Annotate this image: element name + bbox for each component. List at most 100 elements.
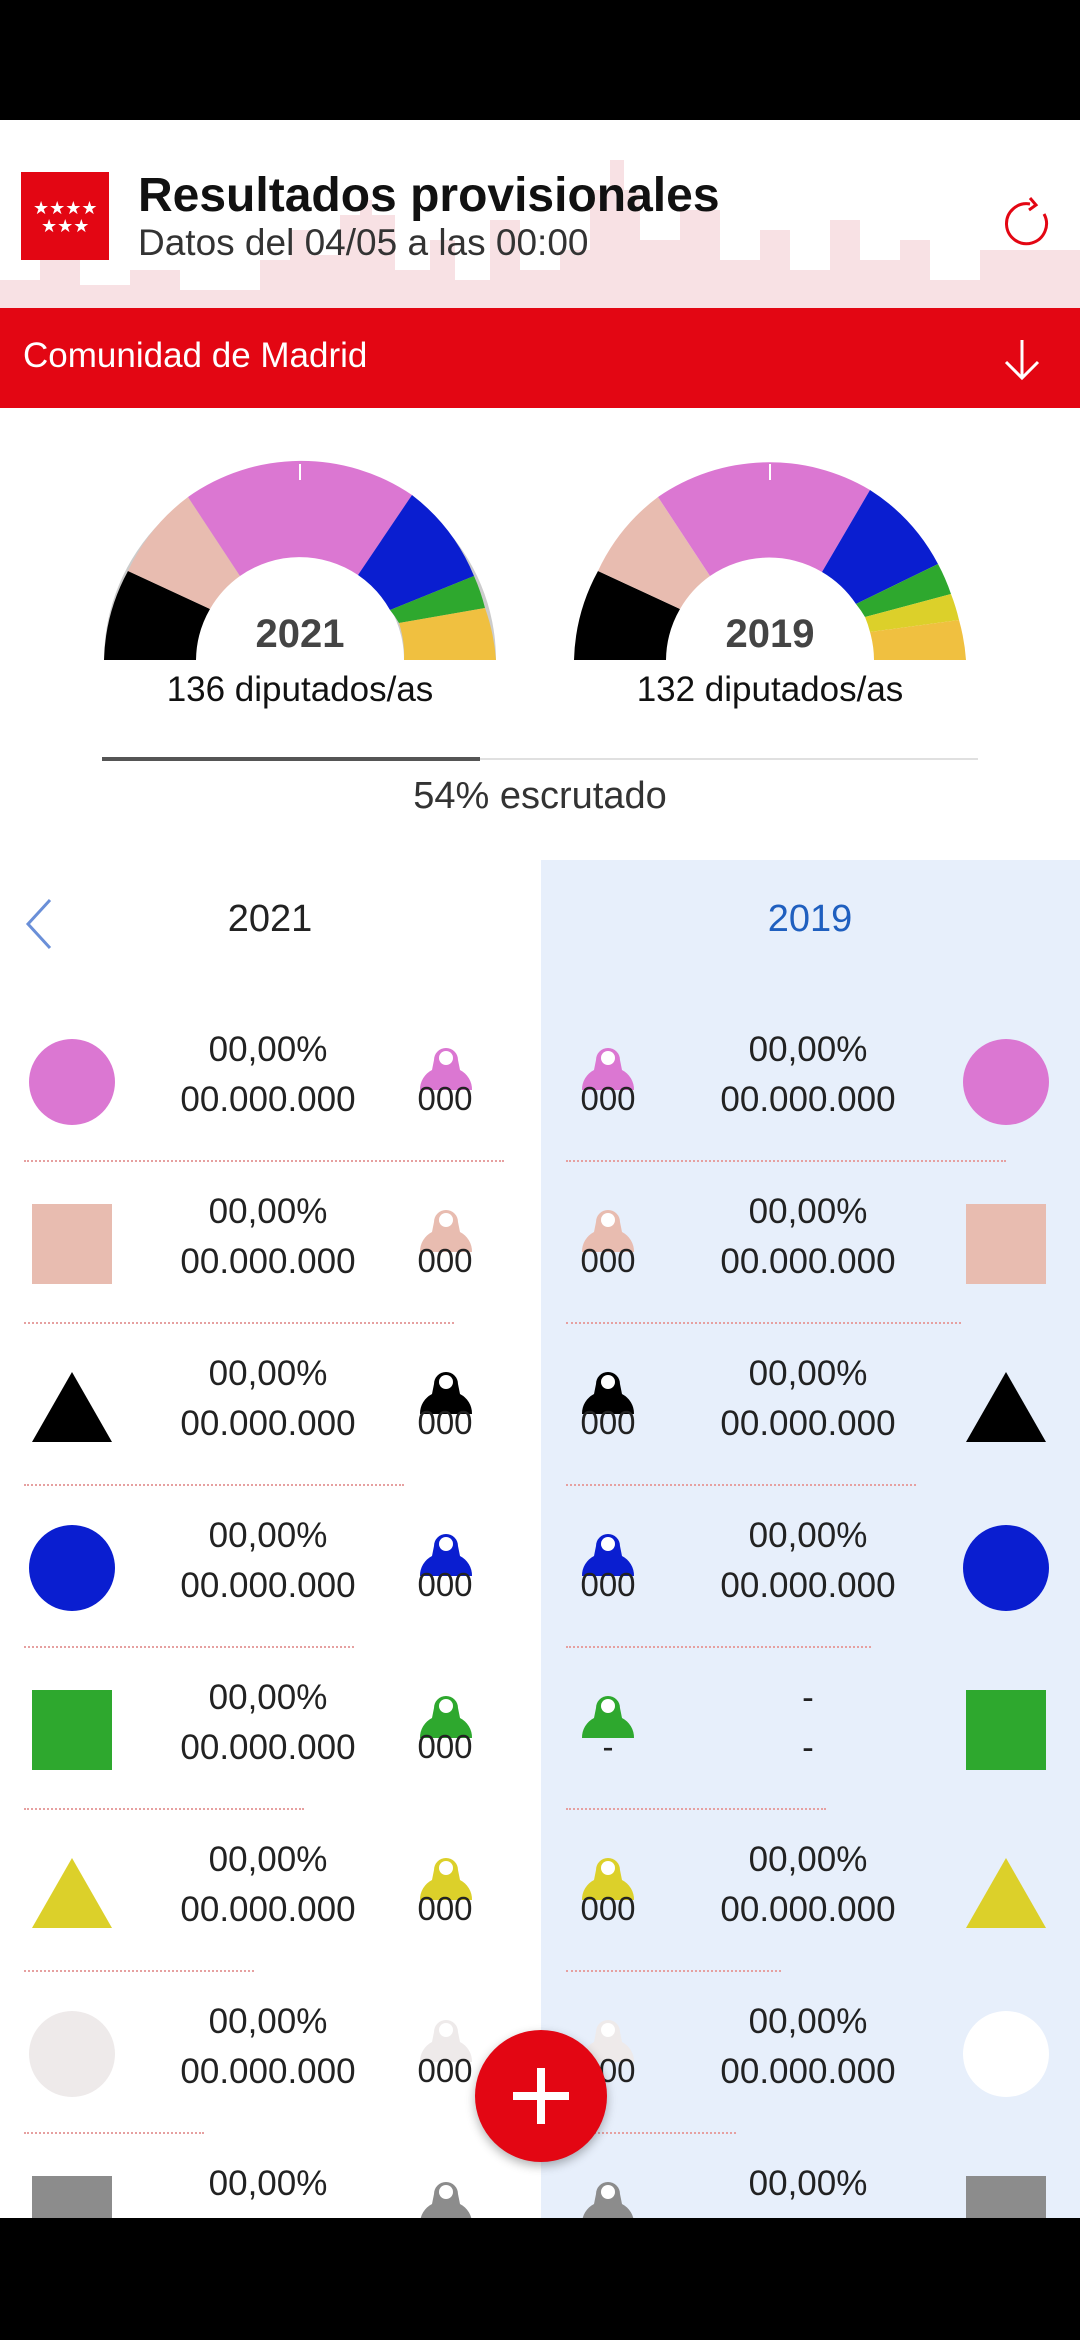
column-header-2019[interactable]: 2019 [680,898,940,941]
square-party-icon [962,1200,1050,1288]
party-row[interactable]: 00,00% 00.000.000 000 - - - [0,1658,1080,1820]
seat-count: 000 [417,1728,473,1765]
vote-count: 00.000.000 [153,2214,383,2218]
vote-percentage: 00,00% [208,1516,328,1555]
vote-percentage: 00,00% [208,2002,328,2041]
vote-count: - [802,1728,814,1767]
vote-percentage: 00,00% [208,1030,328,1069]
vote-count: 00.000.000 [180,1080,356,1119]
person-icon [576,2168,640,2218]
triangle-party-icon [28,1362,116,1450]
vote-count: 00.000.000 [180,1404,356,1443]
seat-count: 000 [417,1566,473,1603]
vote-percentage: 00,00% [748,2002,868,2041]
circle-party-icon [962,2010,1050,2098]
seat-count: 000 [580,1242,636,1279]
party-row[interactable]: 00,00% 00.000.000 000 000 00,00% 00.000.000 [0,1334,1080,1496]
column-header-2021: 2021 [227,898,313,940]
party-row[interactable]: 00,00% 00.000.000 000 000 00,00% 00.000.000 [0,1172,1080,1334]
vote-percentage: - [802,1678,814,1717]
vote-share-divider [566,1970,781,1972]
vote-percentage: 00,00% [208,1840,328,1879]
region-label: Comunidad de Madrid [23,336,368,375]
seat-count: 000 [417,1890,473,1927]
hemicycle-seats: 136 diputados/as [166,670,434,709]
vote-percentage: 00,00% [748,1516,868,1555]
vote-share-divider [24,1646,354,1648]
vote-share-divider [24,1322,454,1324]
vote-count: 00.000.000 [180,2052,356,2091]
vote-share-divider [24,1808,304,1810]
party-row[interactable]: 00,00% 00.000.000 000 000 00,00% 00.000.000 [0,1010,1080,1172]
triangle-party-icon [962,1362,1050,1450]
party-row[interactable]: 00,00% 00.000.000 000 000 00,00% 00.000.000 [0,1496,1080,1658]
arrow-down-icon [1004,340,1040,381]
region-selector[interactable]: Comunidad de Madrid [0,308,1080,408]
scrutiny-label: 54% escrutado [413,775,667,817]
vote-percentage: 00,00% [748,1192,868,1231]
vote-count: 00.000.000 [720,1566,896,1605]
circle-party-icon [28,1038,116,1126]
refresh-icon[interactable] [1000,196,1056,252]
seat-count: 000 [563,2214,653,2218]
square-party-icon [962,1686,1050,1774]
party-row[interactable]: 00,00% 00.000.000 000 000 00,00% 00.000.000 [0,1820,1080,1982]
hemicycle-year: 2019 [725,612,815,656]
page-title: Resultados provisionales [138,169,720,222]
square-party-icon [28,1686,116,1774]
circle-party-icon [28,2010,116,2098]
seat-count: 000 [580,1080,636,1117]
scrutiny-progress-bar [102,757,978,761]
seat-count: 000 [417,1242,473,1279]
vote-count: 00.000.000 [720,1890,896,1929]
add-button[interactable] [475,2030,607,2162]
seat-count: 000 [580,1566,636,1603]
data-timestamp: Datos del 04/05 a las 00:00 [138,222,589,263]
vote-share-divider [566,1646,871,1648]
vote-count: 00.000.000 [180,1728,356,1767]
app-screen: ★★★★ ★★★ Resultados provisionales Datos … [0,120,1080,2218]
plus-icon [513,2092,569,2100]
seat-count: 000 [580,1404,636,1441]
vote-share-divider [24,1970,254,1972]
vote-share-divider [566,1808,826,1810]
scrutiny-progress-fill [102,757,481,761]
vote-share-divider [566,1322,961,1324]
square-party-icon [28,1200,116,1288]
seat-count: 000 [417,1080,473,1117]
svg-text:★★★: ★★★ [41,216,89,237]
seat-count: 000 [417,1404,473,1441]
comunidad-madrid-logo: ★★★★ ★★★ [21,172,109,260]
triangle-party-icon [28,1848,116,1936]
square-party-icon [962,2172,1050,2218]
chevron-left-icon[interactable] [24,896,54,952]
vote-count: 00.000.000 [720,1080,896,1119]
vote-percentage: 00,00% [208,1354,328,1393]
circle-party-icon [962,1524,1050,1612]
square-party-icon [28,2172,116,2218]
vote-count: 00.000.000 [180,1890,356,1929]
vote-share-divider [24,1160,504,1162]
seat-count: 000 [580,1890,636,1927]
vote-count: 00.000.000 [720,1242,896,1281]
vote-count: 00.000.000 [720,2052,896,2091]
hemicycle-seats: 132 diputados/as [636,670,904,709]
vote-count: 00.000.000 [180,1242,356,1281]
vote-percentage: 00,00% [748,1840,868,1879]
vote-percentage: 00,00% [748,2164,868,2203]
vote-share-divider [24,2132,204,2134]
vote-count: 00.000.000 [180,1566,356,1605]
vote-count: 00.000.000 [693,2214,923,2218]
hemicycle-2019: 2019 132 diputados/as [570,460,970,709]
seat-count: - [602,1728,614,1765]
vote-percentage: 00,00% [748,1354,868,1393]
vote-percentage: 00,00% [208,1678,328,1717]
circle-party-icon [28,1524,116,1612]
vote-share-divider [566,1484,916,1486]
vote-percentage: 00,00% [748,1030,868,1069]
triangle-party-icon [962,1848,1050,1936]
seat-count: 000 [400,2214,490,2218]
hemicycle-2021: 2021 136 diputados/as [100,460,500,709]
vote-percentage: 00,00% [208,1192,328,1231]
vote-percentage: 00,00% [208,2164,328,2203]
